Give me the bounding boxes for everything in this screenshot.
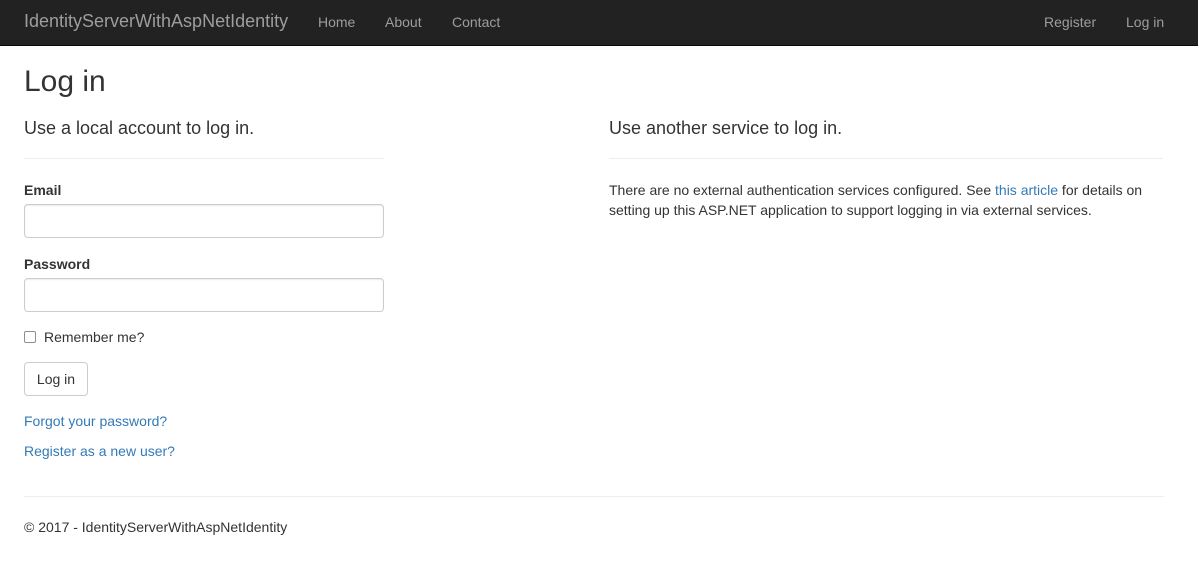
password-field[interactable] [24,278,384,312]
email-label: Email [24,182,62,198]
external-divider [609,158,1163,159]
external-info-before: There are no external authentication ser… [609,182,996,198]
email-field[interactable] [24,204,384,238]
nav-home-link[interactable]: Home [318,13,355,31]
remember-me-label[interactable]: Remember me? [44,328,144,346]
login-submit-button[interactable]: Log in [24,362,88,396]
register-new-user-link[interactable]: Register as a new user? [24,442,175,460]
forgot-password-link[interactable]: Forgot your password? [24,412,167,430]
remember-me-checkbox[interactable] [24,331,36,343]
footer-divider [24,496,1164,497]
external-info-text: There are no external authentication ser… [609,180,1169,220]
remember-me-row[interactable]: Remember me? [24,328,144,346]
footer-copyright: © 2017 - IdentityServerWithAspNetIdentit… [24,519,288,535]
navbar: IdentityServerWithAspNetIdentity Home Ab… [0,0,1198,46]
local-account-heading: Use a local account to log in. [24,118,255,138]
page-title: Log in [24,65,106,98]
external-service-heading: Use another service to log in. [609,118,843,138]
nav-login-link[interactable]: Log in [1126,13,1164,31]
nav-register-link[interactable]: Register [1044,13,1096,31]
nav-contact-link[interactable]: Contact [452,13,500,31]
nav-about-link[interactable]: About [385,13,422,31]
this-article-link[interactable]: this article [995,182,1058,198]
brand-link[interactable]: IdentityServerWithAspNetIdentity [24,11,288,31]
local-divider [24,158,384,159]
password-label: Password [24,256,91,272]
